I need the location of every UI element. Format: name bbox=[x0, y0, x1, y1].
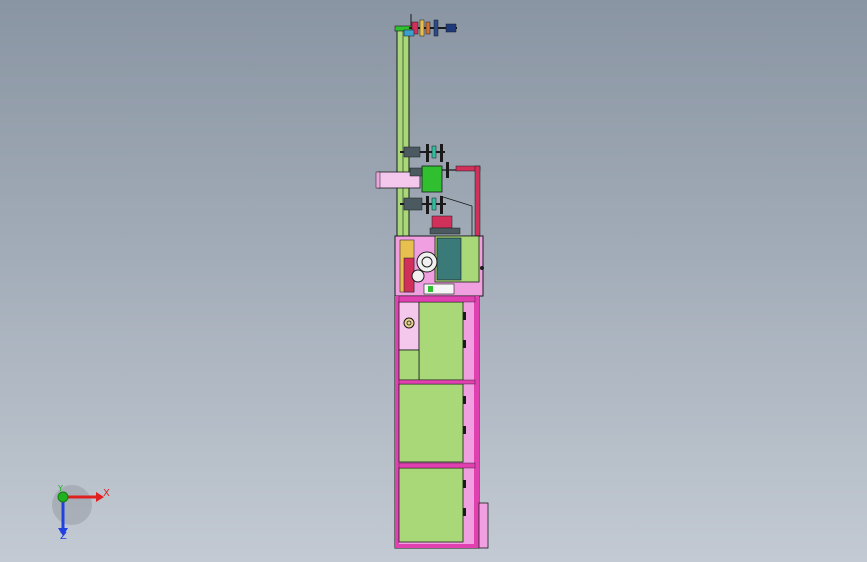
machine-assembly-model[interactable] bbox=[0, 0, 867, 562]
cabinet-door-middle[interactable] bbox=[398, 383, 466, 463]
top-spool-assembly[interactable] bbox=[403, 14, 457, 37]
triad-y-label: Y bbox=[58, 484, 63, 493]
graphics-viewport[interactable]: X Y Z bbox=[0, 0, 867, 562]
cabinet-door-bottom[interactable] bbox=[398, 467, 466, 543]
triad-z-label: Z bbox=[60, 531, 67, 542]
feed-roller-assembly[interactable] bbox=[375, 162, 462, 193]
y-axis-dot bbox=[57, 491, 69, 503]
triad-x-label: X bbox=[103, 488, 110, 499]
side-access-panel[interactable] bbox=[398, 301, 420, 351]
